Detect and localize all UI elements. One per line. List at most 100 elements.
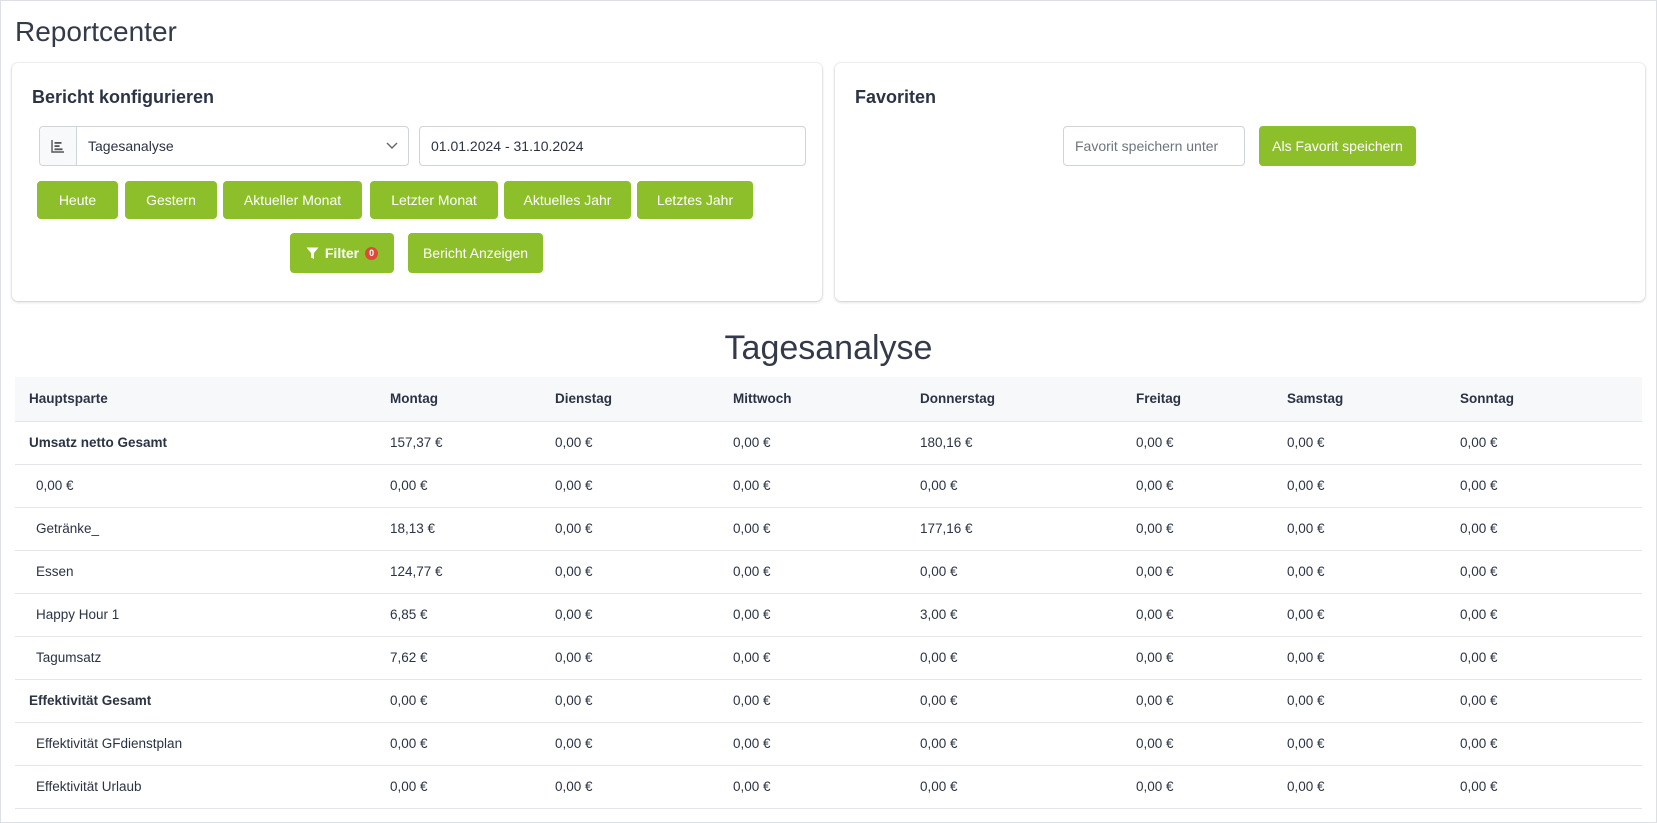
table-cell: 0,00 €: [1287, 464, 1460, 508]
table-cell: 157,37 €: [390, 421, 555, 465]
report-config-card: Bericht konfigurieren Tagesanalyse Heute…: [12, 63, 822, 301]
quick-range-yesterday-button[interactable]: Gestern: [125, 181, 217, 219]
table-cell: 0,00 €: [1136, 507, 1287, 551]
table-cell: 0,00 €: [1460, 679, 1642, 723]
table-cell: 124,77 €: [390, 550, 555, 594]
table-cell: 0,00 €: [1136, 722, 1287, 766]
table-row: Happy Hour 1 6,85 €0,00 €0,00 €3,00 €0,00…: [15, 593, 1642, 637]
table-cell: 0,00 €: [1287, 421, 1460, 465]
table-cell: 0,00 €: [555, 550, 733, 594]
row-label: 0,00 €: [15, 464, 390, 508]
row-label: Effektivität GFdienstplan: [15, 722, 390, 766]
table-row: Essen 124,77 €0,00 €0,00 €0,00 €0,00 €0,0…: [15, 550, 1642, 594]
table-cell: 0,00 €: [733, 765, 920, 809]
quick-range-current-year-button[interactable]: Aktuelles Jahr: [504, 181, 631, 219]
quick-range-last-month-button[interactable]: Letzter Monat: [370, 181, 498, 219]
table-header-row: Hauptsparte Montag Dienstag Mittwoch Donners…: [15, 377, 1642, 422]
report-type-select[interactable]: Tagesanalyse: [39, 126, 409, 166]
row-label: Effektivität Gesamt: [15, 679, 390, 723]
table-cell: 0,00 €: [1136, 593, 1287, 637]
table-cell: 0,00 €: [733, 593, 920, 637]
table-cell: 0,00 €: [733, 722, 920, 766]
table-cell: 0,00 €: [1287, 507, 1460, 551]
table-cell: 0,00 €: [1136, 550, 1287, 594]
table-cell: 0,00 €: [1287, 636, 1460, 680]
report-type-value: Tagesanalyse: [88, 138, 174, 154]
table-cell: 0,00 €: [920, 464, 1136, 508]
chevron-down-icon: [386, 142, 398, 150]
table-cell: 0,00 €: [1460, 507, 1642, 551]
column-header: Donnerstag: [920, 377, 1136, 422]
table-cell: 0,00 €: [1287, 679, 1460, 723]
table-cell: 0,00 €: [733, 550, 920, 594]
favorite-name-input[interactable]: [1063, 126, 1245, 166]
show-report-button[interactable]: Bericht Anzeigen: [408, 233, 543, 273]
table-cell: 0,00 €: [920, 636, 1136, 680]
table-group-row: Umsatz netto Gesamt 157,37 €0,00 €0,00 €1…: [15, 421, 1642, 465]
table-cell: 0,00 €: [1460, 765, 1642, 809]
table-cell: 0,00 €: [1460, 550, 1642, 594]
table-cell: 7,62 €: [390, 636, 555, 680]
table-cell: 0,00 €: [920, 679, 1136, 723]
filter-button[interactable]: Filter 0: [290, 233, 394, 273]
table-cell: 180,16 €: [920, 421, 1136, 465]
table-cell: 0,00 €: [390, 722, 555, 766]
table-cell: 0,00 €: [1460, 722, 1642, 766]
table-row: 0,00 €0,00 €0,00 €0,00 €0,00 €0,00 €0,00…: [15, 464, 1642, 508]
column-header: Freitag: [1136, 377, 1287, 422]
save-favorite-button[interactable]: Als Favorit speichern: [1259, 126, 1416, 166]
report-table: Hauptsparte Montag Dienstag Mittwoch Donners…: [15, 377, 1642, 809]
table-cell: 0,00 €: [1136, 636, 1287, 680]
column-header: Dienstag: [555, 377, 733, 422]
table-cell: 0,00 €: [733, 507, 920, 551]
column-header: Sonntag: [1460, 377, 1642, 422]
table-cell: 0,00 €: [1287, 593, 1460, 637]
table-cell: 0,00 €: [733, 636, 920, 680]
table-row: Effektivität Urlaub 0,00 €0,00 €0,00 €0,0…: [15, 765, 1642, 809]
table-cell: 0,00 €: [555, 636, 733, 680]
table-cell: 0,00 €: [555, 464, 733, 508]
table-cell: 0,00 €: [555, 593, 733, 637]
bar-chart-icon: [40, 127, 77, 165]
table-cell: 0,00 €: [1287, 765, 1460, 809]
table-cell: 0,00 €: [1136, 464, 1287, 508]
table-cell: 0,00 €: [1460, 593, 1642, 637]
table-cell: 0,00 €: [390, 679, 555, 723]
quick-range-today-button[interactable]: Heute: [37, 181, 118, 219]
table-cell: 0,00 €: [555, 507, 733, 551]
column-header: Mittwoch: [733, 377, 920, 422]
table-cell: 3,00 €: [920, 593, 1136, 637]
table-group-row: Effektivität Gesamt 0,00 €0,00 €0,00 €0,0…: [15, 679, 1642, 723]
row-label: Umsatz netto Gesamt: [15, 421, 390, 465]
table-cell: 0,00 €: [920, 550, 1136, 594]
table-cell: 0,00 €: [733, 679, 920, 723]
table-cell: 0,00 €: [920, 765, 1136, 809]
row-label: Getränke_: [15, 507, 390, 551]
table-cell: 177,16 €: [920, 507, 1136, 551]
report-title: Tagesanalyse: [724, 329, 933, 367]
table-cell: 0,00 €: [555, 421, 733, 465]
quick-range-current-month-button[interactable]: Aktueller Monat: [223, 181, 362, 219]
filter-icon: [306, 247, 319, 260]
filter-label: Filter: [324, 245, 360, 261]
row-label: Essen: [15, 550, 390, 594]
page-title: Reportcenter: [15, 16, 177, 47]
row-label: Effektivität Urlaub: [15, 765, 390, 809]
quick-range-last-year-button[interactable]: Letztes Jahr: [637, 181, 753, 219]
table-cell: 0,00 €: [555, 679, 733, 723]
table-cell: 0,00 €: [733, 464, 920, 508]
table-cell: 0,00 €: [1136, 421, 1287, 465]
favorites-card-title: Favoriten: [855, 87, 937, 107]
table-cell: 18,13 €: [390, 507, 555, 551]
table-cell: 0,00 €: [1460, 464, 1642, 508]
config-card-title: Bericht konfigurieren: [32, 87, 215, 107]
column-header: Montag: [390, 377, 555, 422]
table-cell: 0,00 €: [733, 421, 920, 465]
column-header: Samstag: [1287, 377, 1460, 422]
table-cell: 0,00 €: [1460, 421, 1642, 465]
table-cell: 0,00 €: [1136, 679, 1287, 723]
date-range-input[interactable]: [419, 126, 806, 166]
favorites-card: Favoriten Als Favorit speichern: [835, 63, 1645, 301]
table-cell: 0,00 €: [555, 722, 733, 766]
filter-count-badge: 0: [365, 246, 379, 260]
